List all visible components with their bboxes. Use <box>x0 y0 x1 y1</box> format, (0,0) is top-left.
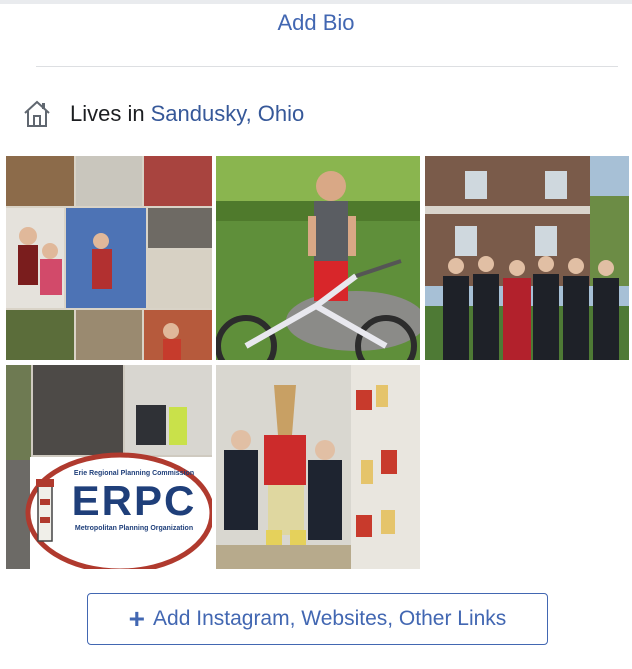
top-separator <box>0 0 632 4</box>
add-links-label: Add Instagram, Websites, Other Links <box>153 607 507 630</box>
add-bio-link[interactable]: Add Bio <box>0 10 632 36</box>
section-divider <box>36 66 618 67</box>
mascot-giraffe-photo[interactable] <box>216 365 420 569</box>
boy-with-bike-photo[interactable] <box>216 156 420 360</box>
home-icon <box>24 100 50 127</box>
collage-photo[interactable] <box>6 156 212 360</box>
lives-in-label: Lives in <box>70 101 145 126</box>
group-outside-house-photo[interactable] <box>425 156 629 360</box>
add-links-button[interactable]: + Add Instagram, Websites, Other Links <box>87 593 548 645</box>
plus-icon: + <box>128 603 146 634</box>
lives-in-row: Lives in Sandusky, Ohio <box>22 97 304 131</box>
erpc-collage-photo[interactable]: Erie Regional Planning Commission ERPC M… <box>6 365 212 569</box>
city-link[interactable]: Sandusky, Ohio <box>151 101 305 127</box>
